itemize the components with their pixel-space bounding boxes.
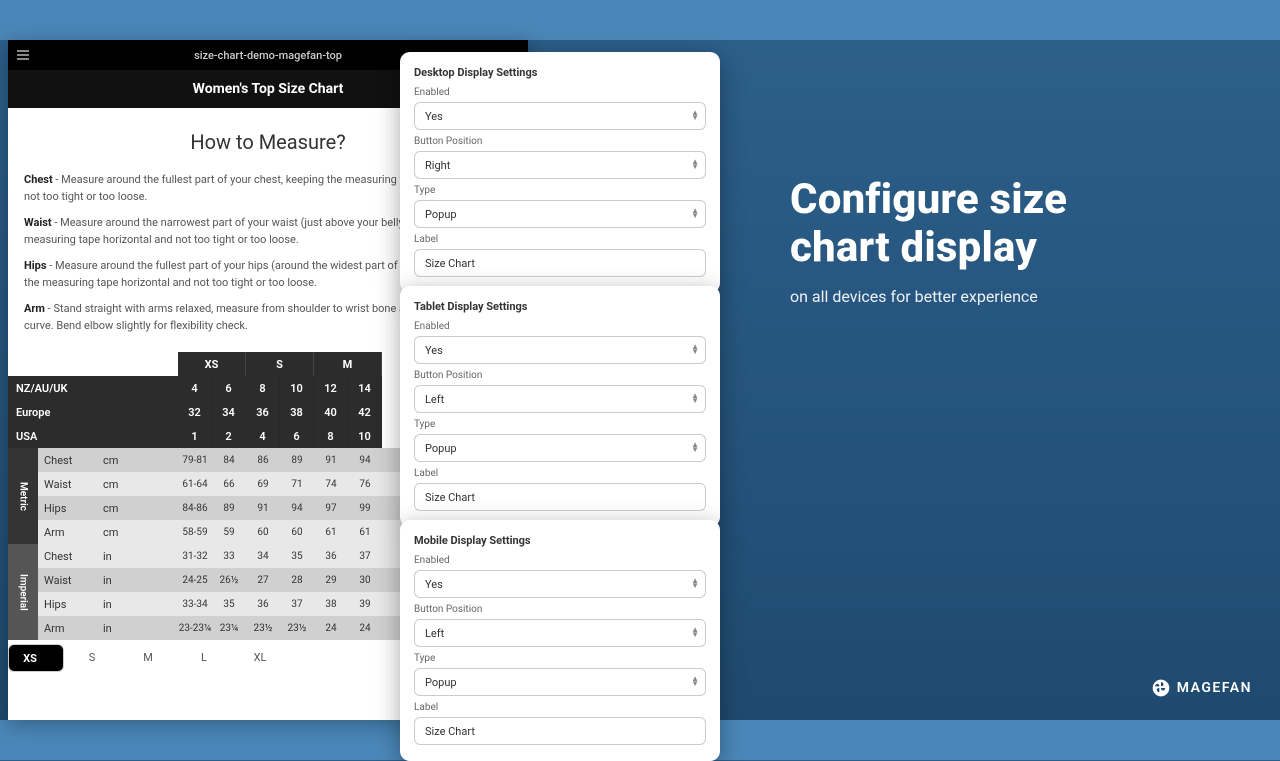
desktop-settings-card: Desktop Display Settings Enabled Yes▲▼ B…	[400, 52, 720, 293]
card-title: Desktop Display Settings	[414, 66, 706, 79]
subheadline: on all devices for better experience	[790, 287, 1067, 306]
label-input[interactable]: Size Chart	[414, 483, 706, 511]
field-label: Label	[414, 468, 706, 479]
chevron-updown-icon: ▲▼	[691, 160, 699, 170]
field-label: Button Position	[414, 604, 706, 615]
size-col-header: M	[314, 352, 382, 376]
field-label: Type	[414, 419, 706, 430]
brand-logo: MAGEFAN	[1151, 678, 1252, 698]
size-tab[interactable]: M	[120, 644, 176, 670]
field-label: Button Position	[414, 370, 706, 381]
chevron-updown-icon: ▲▼	[691, 677, 699, 687]
hamburger-icon[interactable]	[8, 47, 38, 63]
size-col-header: XS	[178, 352, 246, 376]
chevron-updown-icon: ▲▼	[691, 394, 699, 404]
field-label: Type	[414, 653, 706, 664]
field-label: Label	[414, 234, 706, 245]
size-tab[interactable]: S	[64, 644, 120, 670]
size-tab[interactable]: XL	[232, 644, 288, 670]
tablet-settings-card: Tablet Display Settings Enabled Yes▲▼ Bu…	[400, 286, 720, 527]
field-label: Label	[414, 702, 706, 713]
field-label: Enabled	[414, 321, 706, 332]
type-select[interactable]: Popup▲▼	[414, 434, 706, 462]
enabled-select[interactable]: Yes▲▼	[414, 570, 706, 598]
region-label: Europe	[8, 400, 178, 424]
field-label: Enabled	[414, 87, 706, 98]
enabled-select[interactable]: Yes▲▼	[414, 336, 706, 364]
chevron-updown-icon: ▲▼	[691, 111, 699, 121]
field-label: Type	[414, 185, 706, 196]
chevron-updown-icon: ▲▼	[691, 443, 699, 453]
chevron-updown-icon: ▲▼	[691, 579, 699, 589]
enabled-select[interactable]: Yes▲▼	[414, 102, 706, 130]
chevron-updown-icon: ▲▼	[691, 345, 699, 355]
region-label: NZ/AU/UK	[8, 376, 178, 400]
marketing-copy: Configure sizechart display on all devic…	[790, 176, 1067, 306]
card-title: Mobile Display Settings	[414, 534, 706, 547]
label-input[interactable]: Size Chart	[414, 717, 706, 745]
size-tab[interactable]: XS	[8, 644, 64, 672]
imperial-tab[interactable]: Imperial	[8, 544, 38, 640]
chevron-updown-icon: ▲▼	[691, 628, 699, 638]
card-title: Tablet Display Settings	[414, 300, 706, 313]
fan-icon	[1151, 678, 1171, 698]
headline: Configure sizechart display	[790, 176, 1067, 273]
chevron-updown-icon: ▲▼	[691, 209, 699, 219]
size-tab[interactable]: L	[176, 644, 232, 670]
field-label: Enabled	[414, 555, 706, 566]
type-select[interactable]: Popup▲▼	[414, 668, 706, 696]
position-select[interactable]: Left▲▼	[414, 385, 706, 413]
position-select[interactable]: Left▲▼	[414, 619, 706, 647]
mobile-settings-card: Mobile Display Settings Enabled Yes▲▼ Bu…	[400, 520, 720, 761]
metric-tab[interactable]: Metric	[8, 448, 38, 544]
region-label: USA	[8, 424, 178, 448]
position-select[interactable]: Right▲▼	[414, 151, 706, 179]
type-select[interactable]: Popup▲▼	[414, 200, 706, 228]
field-label: Button Position	[414, 136, 706, 147]
label-input[interactable]: Size Chart	[414, 249, 706, 277]
size-col-header: S	[246, 352, 314, 376]
